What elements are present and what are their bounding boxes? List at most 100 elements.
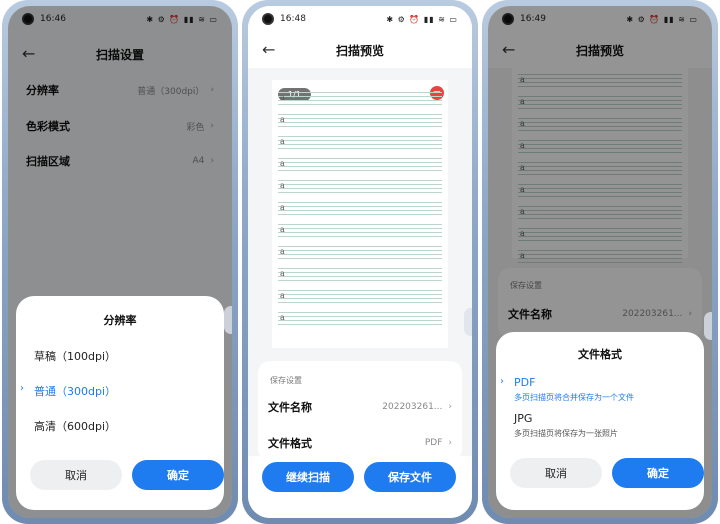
ruled-line bbox=[278, 184, 442, 185]
practice-letter: a bbox=[280, 137, 285, 146]
practice-letter: a bbox=[280, 203, 285, 212]
status-time: 16:48 bbox=[280, 14, 306, 24]
ruled-line bbox=[278, 316, 442, 317]
status-icons: ✱ ⚙ ⏰ ▮▮ ≋ ▭ bbox=[386, 14, 458, 24]
screen-scan-settings: 16:46 ✱ ⚙ ⏰ ▮▮ ≋ ▭ ← 扫描设置 分辨率 普通（300dpi）… bbox=[8, 6, 232, 518]
ruled-line bbox=[278, 140, 442, 141]
ruled-line bbox=[278, 250, 442, 251]
ruled-line bbox=[278, 236, 442, 237]
ruled-line bbox=[278, 104, 442, 105]
practice-letter: a bbox=[280, 291, 285, 300]
save-file-button[interactable]: 保存文件 bbox=[364, 462, 456, 492]
cancel-button[interactable]: 取消 bbox=[30, 460, 122, 490]
scan-page-preview[interactable]: 1/1 − aaaaaaaaaaa bbox=[272, 80, 448, 348]
option-normal[interactable]: › 普通（300dpi） bbox=[20, 383, 214, 399]
ruled-line bbox=[278, 290, 442, 291]
phone-frame-3: 16:49 ✱ ⚙ ⏰ ▮▮ ≋ ▭ ← 扫描预览 aaaaaaaaa 保存设置… bbox=[482, 0, 718, 524]
setting-value: 202203261... bbox=[382, 402, 443, 412]
option-description: 多页扫描页将合并保存为一个文件 bbox=[514, 393, 634, 402]
ruled-line bbox=[278, 302, 442, 303]
ruled-line bbox=[278, 324, 442, 325]
side-handle[interactable] bbox=[704, 312, 712, 340]
ruled-line bbox=[278, 224, 442, 225]
screen-scan-preview: 16:48 ✱ ⚙ ⏰ ▮▮ ≋ ▭ ← 扫描预览 1/1 − aaaaaaaa… bbox=[248, 6, 472, 518]
practice-letter: a bbox=[280, 225, 285, 234]
option-pdf[interactable]: › PDF 多页扫描页将合并保存为一个文件 bbox=[500, 376, 694, 403]
ruled-line bbox=[278, 162, 442, 163]
ruled-line bbox=[278, 118, 442, 119]
ruled-line bbox=[278, 206, 442, 207]
sheet-title: 分辨率 bbox=[103, 314, 137, 327]
section-label: 保存设置 bbox=[270, 376, 302, 385]
resolution-sheet: 分辨率 草稿（100dpi） › 普通（300dpi） 高清（600dpi） 取… bbox=[16, 296, 224, 510]
ruled-line bbox=[278, 148, 442, 149]
setting-row-file-format[interactable]: 文件格式 PDF › bbox=[268, 433, 452, 453]
option-jpg[interactable]: JPG 多页扫描页将保存为一张照片 bbox=[514, 412, 694, 439]
setting-label: 文件格式 bbox=[268, 437, 312, 450]
ruled-line bbox=[278, 254, 442, 255]
practice-letter: a bbox=[280, 115, 285, 124]
ruled-line bbox=[278, 268, 442, 269]
ruled-line bbox=[278, 136, 442, 137]
ruled-line bbox=[278, 232, 442, 233]
option-description: 多页扫描页将保存为一张照片 bbox=[514, 429, 618, 438]
side-handle[interactable] bbox=[464, 308, 472, 336]
screen-file-format: 16:49 ✱ ⚙ ⏰ ▮▮ ≋ ▭ ← 扫描预览 aaaaaaaaa 保存设置… bbox=[488, 6, 712, 518]
option-hd[interactable]: 高清（600dpi） bbox=[34, 418, 214, 434]
ruled-line bbox=[278, 294, 442, 295]
camera-icon bbox=[262, 13, 274, 25]
confirm-button[interactable]: 确定 bbox=[132, 460, 224, 490]
ruled-line bbox=[278, 126, 442, 127]
option-label: 普通（300dpi） bbox=[34, 385, 117, 398]
selected-chevron-icon: › bbox=[20, 383, 24, 394]
side-handle[interactable] bbox=[224, 306, 232, 334]
ruled-line bbox=[278, 272, 442, 273]
ruled-line bbox=[278, 210, 442, 211]
cancel-button[interactable]: 取消 bbox=[510, 458, 602, 488]
ruled-line bbox=[278, 192, 442, 193]
setting-value: PDF bbox=[424, 438, 443, 448]
ruled-line bbox=[278, 158, 442, 159]
ruled-line bbox=[278, 258, 442, 259]
continue-scan-button[interactable]: 继续扫描 bbox=[262, 462, 354, 492]
setting-label: 文件名称 bbox=[268, 401, 312, 414]
ruled-line bbox=[278, 96, 442, 97]
ruled-line bbox=[278, 298, 442, 299]
ruled-line bbox=[278, 312, 442, 313]
option-draft[interactable]: 草稿（100dpi） bbox=[34, 348, 214, 364]
ruled-line bbox=[278, 100, 442, 101]
ruled-line bbox=[278, 214, 442, 215]
ruled-line bbox=[278, 166, 442, 167]
ruled-line bbox=[278, 320, 442, 321]
practice-letter: a bbox=[280, 313, 285, 322]
ruled-line bbox=[278, 202, 442, 203]
status-bar: 16:48 ✱ ⚙ ⏰ ▮▮ ≋ ▭ bbox=[248, 6, 472, 32]
save-settings-card: 保存设置 文件名称 202203261... › 文件格式 PDF › bbox=[258, 361, 462, 461]
phone-frame-2: 16:48 ✱ ⚙ ⏰ ▮▮ ≋ ▭ ← 扫描预览 1/1 − aaaaaaaa… bbox=[242, 0, 478, 524]
option-label: JPG bbox=[514, 412, 533, 425]
ruled-line bbox=[278, 280, 442, 281]
ruled-line bbox=[278, 170, 442, 171]
ruled-line bbox=[278, 122, 442, 123]
confirm-button[interactable]: 确定 bbox=[612, 458, 704, 488]
phone-frame-1: 16:46 ✱ ⚙ ⏰ ▮▮ ≋ ▭ ← 扫描设置 分辨率 普通（300dpi）… bbox=[2, 0, 238, 524]
ruled-line bbox=[278, 144, 442, 145]
selected-chevron-icon: › bbox=[500, 376, 504, 387]
page-title: 扫描预览 bbox=[335, 43, 384, 58]
chevron-right-icon: › bbox=[448, 402, 452, 412]
practice-letter: a bbox=[280, 181, 285, 190]
chevron-right-icon: › bbox=[448, 438, 452, 448]
file-format-sheet: 文件格式 › PDF 多页扫描页将合并保存为一个文件 JPG 多页扫描页将保存为… bbox=[496, 332, 704, 510]
option-label: PDF bbox=[514, 376, 536, 389]
practice-letter: a bbox=[280, 159, 285, 168]
practice-letter: a bbox=[280, 93, 285, 102]
practice-letter: a bbox=[280, 247, 285, 256]
ruled-line bbox=[278, 180, 442, 181]
ruled-line bbox=[278, 228, 442, 229]
setting-row-file-name[interactable]: 文件名称 202203261... › bbox=[268, 397, 452, 417]
sheet-title: 文件格式 bbox=[578, 348, 622, 361]
delete-page-icon[interactable]: − bbox=[430, 86, 444, 100]
back-arrow-icon[interactable]: ← bbox=[262, 40, 275, 59]
title-bar: ← 扫描预览 bbox=[248, 32, 472, 68]
ruled-line bbox=[278, 114, 442, 115]
